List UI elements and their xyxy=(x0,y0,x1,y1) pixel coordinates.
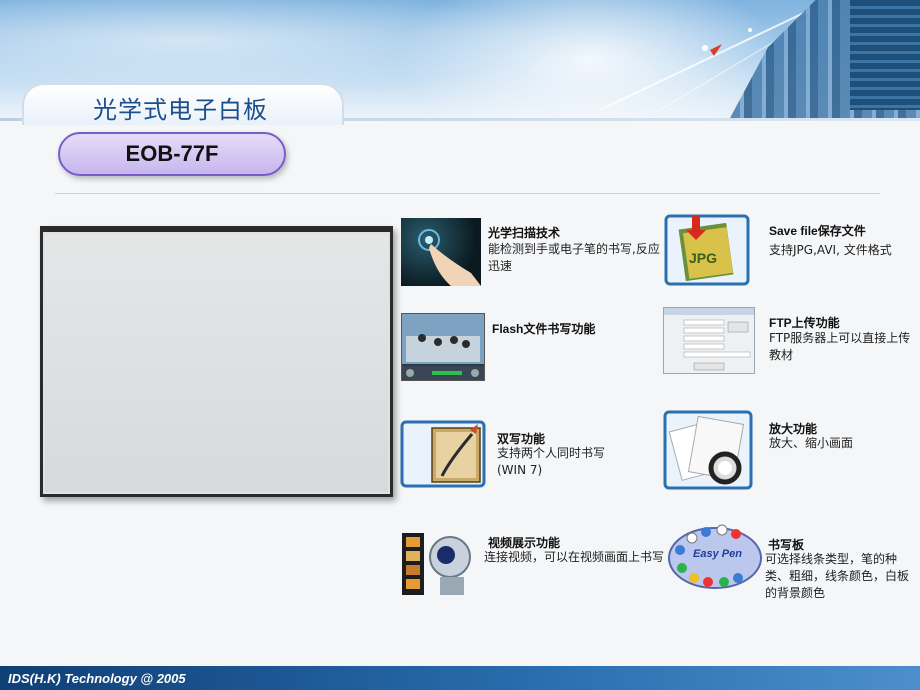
feature-title: 光学扫描技术 xyxy=(488,226,561,240)
feature-desc: 能检测到手或电子笔的书写,反应迅速 xyxy=(488,242,660,273)
touch-scan-icon xyxy=(401,218,481,286)
footer-copyright: IDS(H.K) Technology @ 2005 xyxy=(8,671,186,686)
jpg-file-icon: JPG xyxy=(664,212,750,287)
feature-desc: 放大、缩小画面 xyxy=(769,436,854,450)
page-title: 光学式电子白板 xyxy=(93,96,268,124)
video-camera-icon xyxy=(400,525,482,600)
feature-desc: 可选择线条类型，笔的种类、粗细，线条颜色，白板的背景颜色 xyxy=(765,552,910,600)
feature-title: Save file保存文件 xyxy=(769,224,866,238)
feature-desc: 支持JPG,AVI, 文件格式 xyxy=(769,243,892,257)
dual-write-pen-icon xyxy=(400,420,486,488)
magnifier-icon xyxy=(663,410,753,492)
easy-pen-palette-icon: Easy Pen xyxy=(666,520,764,592)
section-divider xyxy=(55,193,880,194)
easy-pen-label: Easy Pen xyxy=(693,548,742,560)
feature-desc: FTP服务器上可以直接上传教材 xyxy=(769,331,911,362)
feature-desc: 连接视频，可以在视频画面上书写 xyxy=(484,550,665,564)
model-label: EOB-77F xyxy=(125,141,219,166)
feature-desc: 支持两个人同时书写 (WIN 7) xyxy=(497,446,606,477)
feature-title: Flash文件书写功能 xyxy=(492,322,596,336)
classroom-video-icon xyxy=(401,313,485,381)
jpg-label: JPG xyxy=(689,250,718,266)
feature-title: FTP上传功能 xyxy=(769,316,840,330)
ftp-dialog-icon xyxy=(663,307,755,374)
whiteboard-product-image xyxy=(40,226,393,497)
